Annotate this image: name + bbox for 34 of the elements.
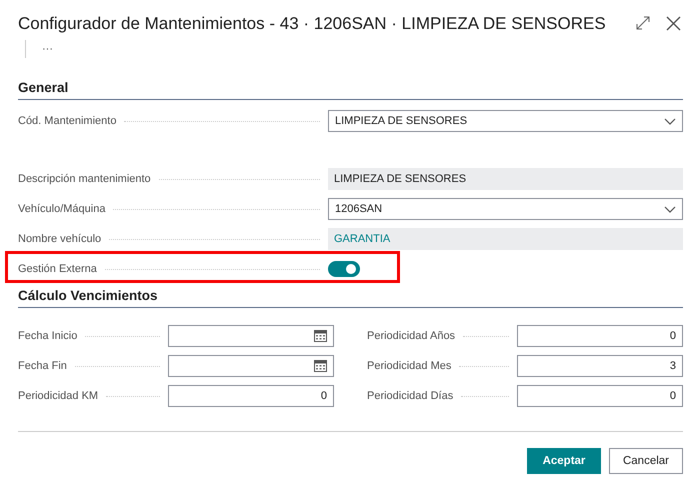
chevron-icon <box>664 118 676 124</box>
window-title: Configurador de Mantenimientos - 43 · 1206SAN · LIMPIEZA DE SENSORES <box>18 13 606 34</box>
field-label: Cód. Mantenimiento <box>18 115 116 127</box>
chevron-icon <box>664 206 676 212</box>
dropdown-field[interactable]: 1206SAN <box>328 198 683 220</box>
section-title: General <box>18 80 683 100</box>
number-field[interactable]: 0 <box>517 385 683 407</box>
more-button[interactable]: ··· <box>38 43 57 55</box>
field-label: Periodicidad Días <box>367 390 454 402</box>
dropdown-field[interactable]: LIMPIEZA DE SENSORES <box>328 110 683 132</box>
field-label: Periodicidad Mes <box>367 360 452 372</box>
field-label: Periodicidad KM <box>18 390 98 402</box>
expand-icon[interactable] <box>636 16 650 30</box>
field-label: Vehículo/Máquina <box>18 203 106 215</box>
cancel-button[interactable]: Cancelar <box>609 448 683 474</box>
readonly-field: GARANTIA <box>328 228 683 250</box>
number-field[interactable]: 0 <box>517 325 683 347</box>
field-label: Descripción mantenimiento <box>18 173 151 185</box>
section-title: Cálculo Vencimientos <box>18 288 683 308</box>
field-label: Fecha Fin <box>18 360 67 372</box>
readonly-field: LIMPIEZA DE SENSORES <box>328 168 683 190</box>
calendar-icon[interactable] <box>314 330 327 342</box>
calendar-icon[interactable] <box>314 360 327 372</box>
field-label: Periodicidad Años <box>367 330 456 342</box>
field-label: Fecha Inicio <box>18 330 78 342</box>
close-icon[interactable] <box>666 16 681 30</box>
field-label: Nombre vehículo <box>18 233 102 245</box>
toggle-switch[interactable] <box>328 261 360 277</box>
accept-button[interactable]: Aceptar <box>527 448 601 474</box>
number-field[interactable]: 3 <box>517 355 683 377</box>
date-field[interactable] <box>168 355 334 377</box>
number-field[interactable]: 0 <box>168 385 334 407</box>
field-label: Gestión Externa <box>18 263 97 275</box>
date-field[interactable] <box>168 325 334 347</box>
